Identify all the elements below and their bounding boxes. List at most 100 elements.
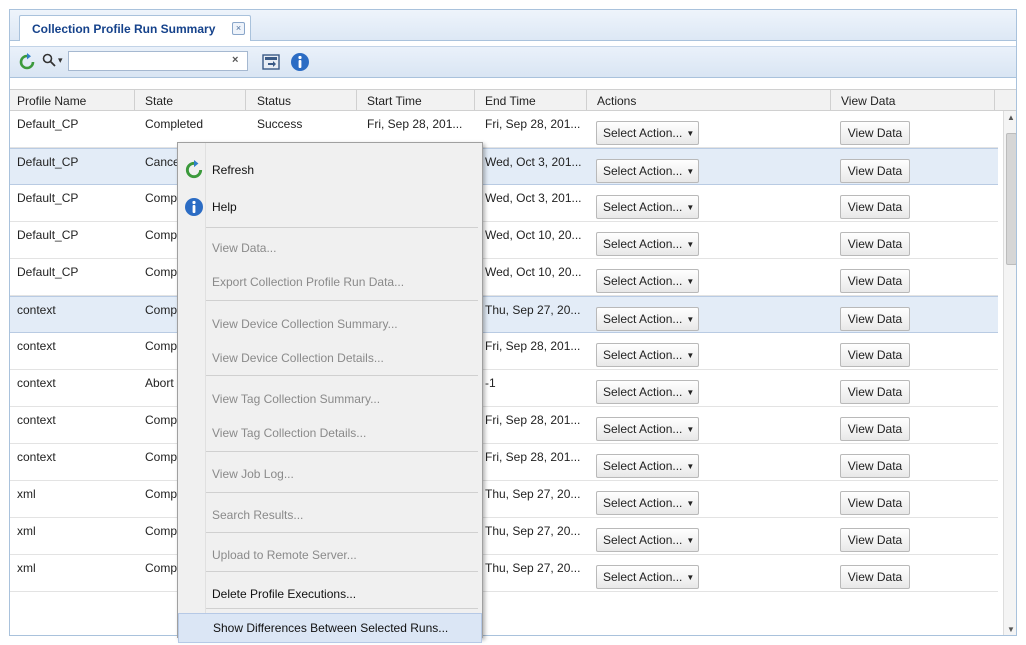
menu-item-delete-profile-executions[interactable]: Delete Profile Executions... xyxy=(178,579,482,609)
cell-state: Compl xyxy=(145,413,180,427)
select-action-dropdown[interactable]: Select Action... ▼ xyxy=(596,565,699,589)
cell-end: Thu, Sep 27, 20... xyxy=(485,524,581,538)
select-action-dropdown[interactable]: Select Action... ▼ xyxy=(596,307,699,331)
menu-separator xyxy=(206,571,478,572)
select-action-dropdown[interactable]: Select Action... ▼ xyxy=(596,454,699,478)
close-icon[interactable]: × xyxy=(232,22,245,35)
table-row[interactable]: Default_CP Compl Wed, Oct 10, 20... Select … xyxy=(10,222,998,259)
select-action-label: Select Action... xyxy=(603,422,683,436)
scroll-down-arrow-icon[interactable]: ▼ xyxy=(1007,625,1015,634)
select-action-dropdown[interactable]: Select Action... ▼ xyxy=(596,491,699,515)
table-row[interactable]: Default_CP Cance Wed, Oct 3, 201... Select … xyxy=(10,148,998,185)
menu-item-view-tag-collection-summary: View Tag Collection Summary... xyxy=(178,384,482,414)
menu-item-label: Help xyxy=(212,200,237,214)
search-input[interactable] xyxy=(68,51,248,71)
view-data-button[interactable]: View Data xyxy=(840,121,910,145)
view-data-button[interactable]: View Data xyxy=(840,491,910,515)
cell-state: Cance xyxy=(145,155,180,169)
scroll-up-arrow-icon[interactable]: ▲ xyxy=(1007,113,1015,122)
select-action-dropdown[interactable]: Select Action... ▼ xyxy=(596,528,699,552)
cell-profile: Default_CP xyxy=(17,155,79,169)
column-header-start-time[interactable]: Start Time xyxy=(367,94,422,108)
table-row[interactable]: context Compl Fri, Sep 28, 201... Select Ac… xyxy=(10,407,998,444)
menu-item-label: View Device Collection Details... xyxy=(212,351,384,365)
table-row[interactable]: xml Compl Thu, Sep 27, 20... Select Action.… xyxy=(10,555,998,592)
view-data-button[interactable]: View Data xyxy=(840,232,910,256)
table-row[interactable]: context Compl Thu, Sep 27, 20... Select Act… xyxy=(10,296,998,333)
column-header-view-data[interactable]: View Data xyxy=(841,94,895,108)
table-row[interactable]: xml Compl Thu, Sep 27, 20... Select Action.… xyxy=(10,518,998,555)
menu-item-label: View Tag Collection Details... xyxy=(212,426,367,440)
menu-item-view-device-collection-summary: View Device Collection Summary... xyxy=(178,309,482,339)
select-action-label: Select Action... xyxy=(603,459,683,473)
view-data-button[interactable]: View Data xyxy=(840,307,910,331)
menu-item-search-results: Search Results... xyxy=(178,500,482,530)
cell-state: Compl xyxy=(145,339,180,353)
cell-end: Wed, Oct 3, 201... xyxy=(485,155,582,169)
select-action-dropdown[interactable]: Select Action... ▼ xyxy=(596,343,699,367)
table-row[interactable]: context Compl Fri, Sep 28, 201... Select Ac… xyxy=(10,333,998,370)
view-data-button[interactable]: View Data xyxy=(840,195,910,219)
menu-item-view-device-collection-details: View Device Collection Details... xyxy=(178,343,482,373)
vertical-scrollbar[interactable]: ▲ ▼ xyxy=(1003,111,1016,635)
menu-separator xyxy=(206,375,478,376)
select-action-label: Select Action... xyxy=(603,570,683,584)
tab-collection-profile-run-summary[interactable]: Collection Profile Run Summary × xyxy=(19,15,251,41)
view-data-button[interactable]: View Data xyxy=(840,343,910,367)
select-action-dropdown[interactable]: Select Action... ▼ xyxy=(596,417,699,441)
select-action-label: Select Action... xyxy=(603,348,683,362)
menu-item-help[interactable]: Help xyxy=(178,192,482,222)
menu-item-label: Export Collection Profile Run Data... xyxy=(212,275,405,289)
column-header-actions[interactable]: Actions xyxy=(597,94,636,108)
select-action-dropdown[interactable]: Select Action... ▼ xyxy=(596,195,699,219)
scrollbar-thumb[interactable] xyxy=(1006,133,1016,265)
menu-separator xyxy=(206,451,478,452)
menu-separator xyxy=(206,227,478,228)
menu-item-label: View Device Collection Summary... xyxy=(212,317,398,331)
cell-state: Compl xyxy=(145,524,180,538)
menu-item-label: Upload to Remote Server... xyxy=(212,548,357,562)
chevron-down-icon: ▼ xyxy=(686,350,695,360)
select-action-dropdown[interactable]: Select Action... ▼ xyxy=(596,121,699,145)
select-action-label: Select Action... xyxy=(603,385,683,399)
chevron-down-icon: ▼ xyxy=(686,461,695,471)
view-data-button[interactable]: View Data xyxy=(840,528,910,552)
table-row[interactable]: Default_CP Completed Success Fri, Sep 28, 2… xyxy=(10,111,998,148)
cell-profile: context xyxy=(17,339,56,353)
select-action-dropdown[interactable]: Select Action... ▼ xyxy=(596,380,699,404)
clear-search-icon[interactable]: × xyxy=(232,54,238,66)
refresh-icon[interactable] xyxy=(18,53,36,71)
table-row[interactable]: Default_CP Compl Wed, Oct 3, 201... Select … xyxy=(10,185,998,222)
menu-item-show-differences-between-selected-runs[interactable]: Show Differences Between Selected Runs..… xyxy=(178,613,482,643)
menu-item-refresh[interactable]: Refresh xyxy=(178,155,482,185)
view-data-button[interactable]: View Data xyxy=(840,269,910,293)
table-row[interactable]: Default_CP Compl Wed, Oct 10, 20... Select … xyxy=(10,259,998,296)
cell-end: Wed, Oct 10, 20... xyxy=(485,228,582,242)
select-action-dropdown[interactable]: Select Action... ▼ xyxy=(596,269,699,293)
cell-profile: Default_CP xyxy=(17,191,79,205)
cell-state: Compl xyxy=(145,303,180,317)
view-data-button[interactable]: View Data xyxy=(840,159,910,183)
view-data-button[interactable]: View Data xyxy=(840,454,910,478)
toolbar: ▾ × xyxy=(10,46,1016,78)
search-icon[interactable] xyxy=(42,53,56,67)
cell-end: Fri, Sep 28, 201... xyxy=(485,339,581,353)
table-row[interactable]: context Compl Fri, Sep 28, 201... Select Ac… xyxy=(10,444,998,481)
info-icon[interactable] xyxy=(290,52,310,72)
table-row[interactable]: xml Compl Thu, Sep 27, 20... Select Action.… xyxy=(10,481,998,518)
column-header-status[interactable]: Status xyxy=(257,94,291,108)
cell-state: Compl xyxy=(145,191,180,205)
table-row[interactable]: context Abort -1 Select Action... ▼ View Data xyxy=(10,370,998,407)
view-data-button[interactable]: View Data xyxy=(840,417,910,441)
select-action-dropdown[interactable]: Select Action... ▼ xyxy=(596,232,699,256)
chevron-down-icon: ▼ xyxy=(686,202,695,212)
column-header-end-time[interactable]: End Time xyxy=(485,94,536,108)
search-options-chevron-icon[interactable]: ▾ xyxy=(58,55,63,66)
export-icon[interactable] xyxy=(262,53,280,71)
column-header-state[interactable]: State xyxy=(145,94,173,108)
column-header-profile-name[interactable]: Profile Name xyxy=(17,94,86,108)
view-data-button[interactable]: View Data xyxy=(840,380,910,404)
view-data-button[interactable]: View Data xyxy=(840,565,910,589)
select-action-dropdown[interactable]: Select Action... ▼ xyxy=(596,159,699,183)
cell-state: Compl xyxy=(145,561,180,575)
